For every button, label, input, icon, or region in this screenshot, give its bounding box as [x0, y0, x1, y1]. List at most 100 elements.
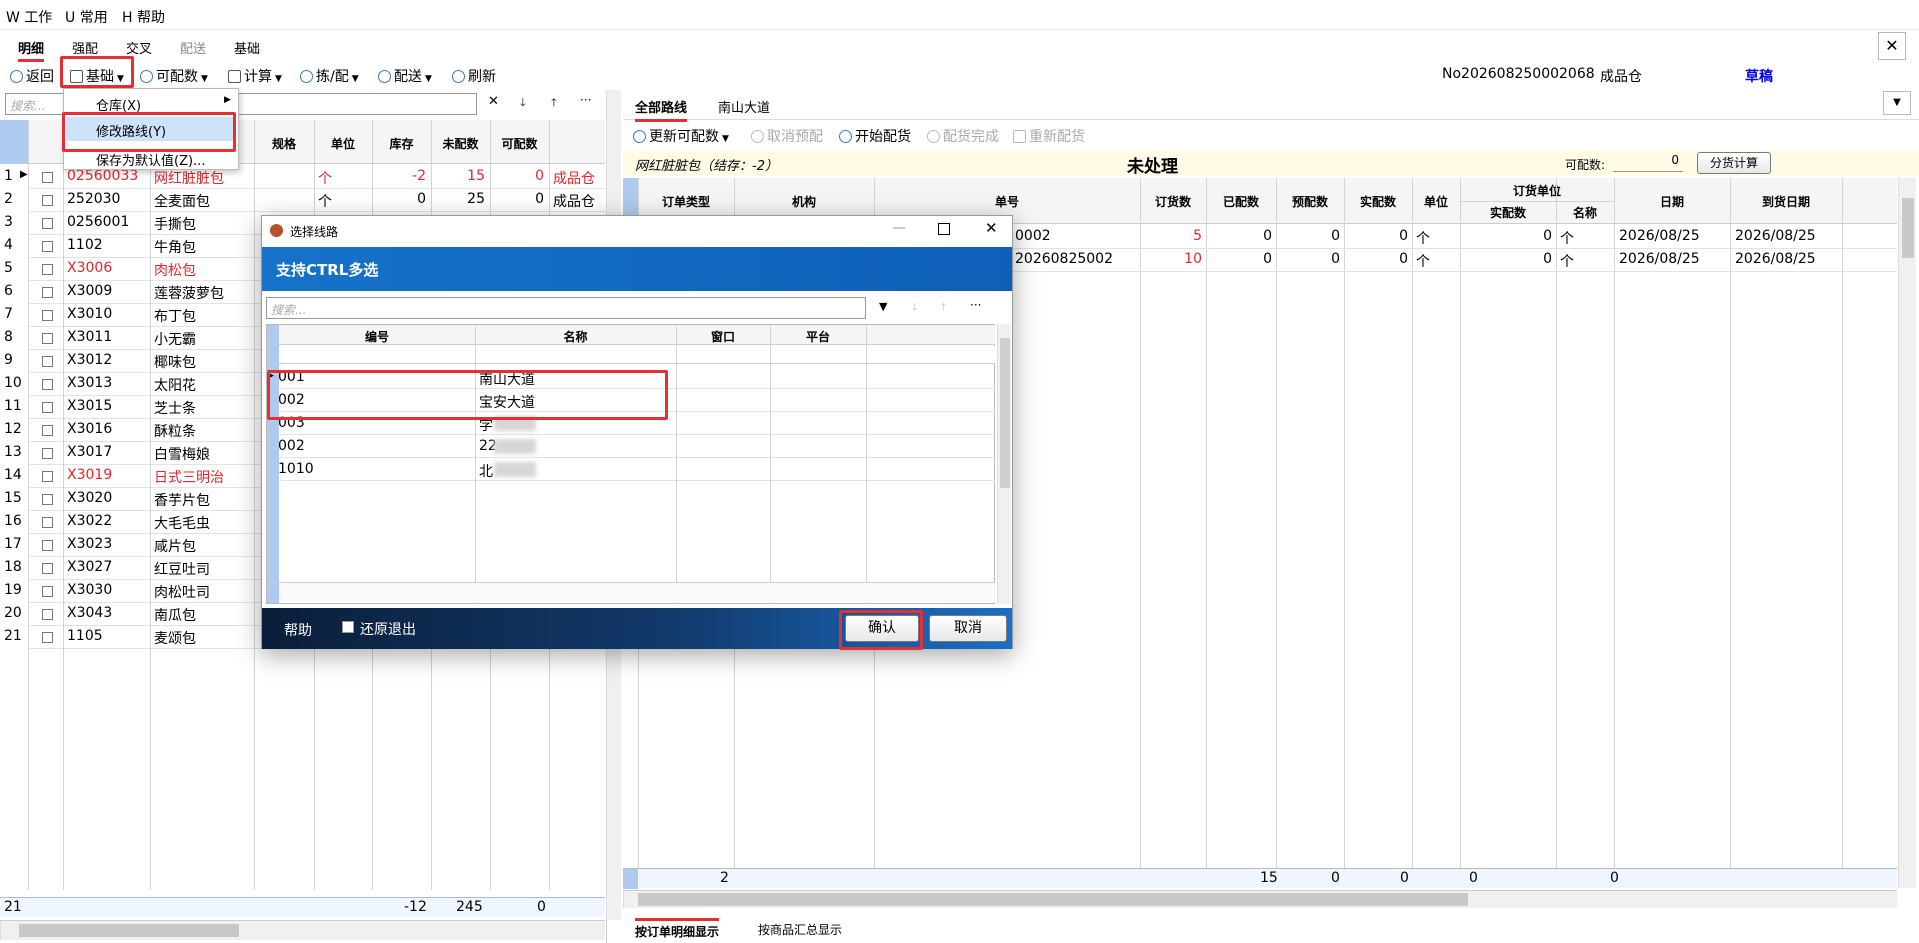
- minimize-icon[interactable]: —: [892, 220, 906, 236]
- dialog-column-header[interactable]: 编号: [279, 328, 475, 345]
- pick-button[interactable]: 拣/配 ▼: [300, 66, 359, 86]
- available-button[interactable]: 可配数 ▼: [140, 66, 208, 86]
- tab-basic[interactable]: 基础: [234, 38, 260, 57]
- row-checkbox[interactable]: [42, 609, 53, 620]
- dialog-search-input[interactable]: 搜索...: [266, 297, 866, 319]
- column-header[interactable]: 单位: [314, 135, 372, 152]
- column-header[interactable]: 规格: [254, 135, 314, 152]
- column-header-actual2[interactable]: 实配数: [1460, 204, 1556, 221]
- row-checkbox[interactable]: [42, 632, 53, 643]
- cell-n: 1: [4, 168, 13, 184]
- column-header-arrive[interactable]: 到货日期: [1730, 193, 1842, 210]
- horizontal-scrollbar[interactable]: [0, 920, 605, 940]
- clear-icon[interactable]: ✕: [488, 94, 499, 109]
- close-icon[interactable]: ✕: [1878, 32, 1906, 60]
- restore-exit-checkbox[interactable]: [342, 621, 354, 633]
- tab-force[interactable]: 强配: [72, 38, 98, 57]
- calc-button[interactable]: 计算 ▼: [228, 66, 282, 86]
- cell-date: 2026/08/25: [1619, 228, 1700, 244]
- column-header-actual[interactable]: 实配数: [1344, 193, 1412, 210]
- cancel-button[interactable]: 取消: [929, 615, 1007, 642]
- help-link[interactable]: 帮助: [284, 620, 312, 640]
- row-checkbox[interactable]: [42, 494, 53, 505]
- more-icon[interactable]: ···: [580, 93, 591, 107]
- tab-deliver[interactable]: 配送: [180, 38, 206, 57]
- highlight-modify-route: [62, 112, 236, 152]
- column-header-pre[interactable]: 预配数: [1276, 193, 1344, 210]
- order-vertical-scrollbar[interactable]: [1898, 178, 1916, 888]
- row-checkbox[interactable]: [42, 287, 53, 298]
- arrow-down-icon[interactable]: 🡓: [520, 94, 526, 113]
- row-checkbox[interactable]: [42, 586, 53, 597]
- route-tab-nanshan[interactable]: 南山大道: [718, 97, 770, 116]
- menu-item-save-default[interactable]: 保存为默认值(Z)...: [96, 150, 205, 169]
- start-alloc-button[interactable]: 开始配货: [839, 126, 911, 146]
- update-available-button[interactable]: 更新可配数 ▼: [633, 126, 729, 146]
- row-checkbox[interactable]: [42, 195, 53, 206]
- tab-cross[interactable]: 交叉: [126, 38, 152, 57]
- cell-order: 20260825002: [1015, 251, 1113, 267]
- column-header-org[interactable]: 机构: [734, 193, 874, 210]
- column-header-qty[interactable]: 订货数: [1140, 193, 1206, 210]
- row-checkbox[interactable]: [42, 356, 53, 367]
- more-icon[interactable]: ···: [970, 298, 981, 312]
- column-header[interactable]: 可配数: [490, 135, 549, 152]
- cell-name: 网红脏脏包: [154, 171, 224, 187]
- cancel-prealloc-button[interactable]: 取消预配: [751, 126, 823, 146]
- row-checkbox[interactable]: [42, 471, 53, 482]
- row-checkbox[interactable]: [42, 563, 53, 574]
- bottom-tab-product-summary[interactable]: 按商品汇总显示: [758, 921, 842, 938]
- dialog-vertical-scrollbar[interactable]: [997, 324, 1011, 604]
- row-checkbox[interactable]: [42, 264, 53, 275]
- close-icon[interactable]: ✕: [985, 219, 998, 237]
- tab-detail[interactable]: 明细: [18, 38, 45, 62]
- dialog-column-header[interactable]: 名称: [475, 328, 676, 345]
- deliver-button[interactable]: 配送 ▼: [378, 66, 432, 86]
- alloc-done-button[interactable]: 配货完成: [927, 126, 999, 146]
- cell-code: 02560033: [67, 168, 139, 184]
- column-header[interactable]: 未配数: [431, 135, 490, 152]
- chevron-down-icon[interactable]: ▼: [1883, 91, 1911, 115]
- realloc-button[interactable]: 重新配货: [1013, 126, 1085, 146]
- order-horizontal-scrollbar[interactable]: [623, 890, 1897, 908]
- column-header-type[interactable]: 订单类型: [638, 193, 734, 210]
- avail-input[interactable]: 0: [1613, 153, 1683, 172]
- column-header-allocated[interactable]: 已配数: [1206, 193, 1276, 210]
- column-header-order[interactable]: 单号: [874, 193, 1140, 210]
- back-button[interactable]: 返回: [10, 66, 54, 86]
- row-checkbox[interactable]: [42, 517, 53, 528]
- bottom-tab-order-detail[interactable]: 按订单明细显示: [635, 918, 720, 940]
- filter-icon[interactable]: ▼: [879, 300, 887, 313]
- row-checkbox[interactable]: [42, 379, 53, 390]
- menu-help[interactable]: H 帮助: [122, 7, 165, 27]
- column-header-date[interactable]: 日期: [1614, 193, 1730, 210]
- arrow-down-icon[interactable]: 🡓: [912, 300, 917, 317]
- dialog-column-header[interactable]: 窗口: [676, 328, 770, 345]
- row-checkbox[interactable]: [42, 172, 53, 183]
- row-checkbox[interactable]: [42, 425, 53, 436]
- row-checkbox[interactable]: [42, 402, 53, 413]
- menu-work[interactable]: W 工作: [6, 7, 52, 27]
- column-header-order_unit[interactable]: 订货单位: [1460, 182, 1614, 199]
- route-row[interactable]: [279, 458, 995, 481]
- dialog-column-header[interactable]: 平台: [770, 328, 866, 345]
- column-header[interactable]: 库存: [372, 135, 431, 152]
- route-tab-all[interactable]: 全部路线: [635, 97, 688, 122]
- blurred-text: [494, 462, 536, 477]
- arrow-up-icon[interactable]: 🡑: [941, 300, 946, 317]
- row-checkbox[interactable]: [42, 448, 53, 459]
- column-header-name[interactable]: 名称: [1556, 204, 1614, 221]
- column-header-unit[interactable]: 单位: [1412, 193, 1460, 210]
- row-checkbox[interactable]: [42, 333, 53, 344]
- row-checkbox[interactable]: [42, 241, 53, 252]
- split-calc-button[interactable]: 分货计算: [1697, 152, 1771, 174]
- arrow-up-icon[interactable]: 🡑: [551, 94, 557, 113]
- route-row[interactable]: [279, 435, 995, 458]
- menu-common[interactable]: U 常用: [65, 7, 108, 27]
- cell-code: X3020: [67, 490, 113, 506]
- row-checkbox[interactable]: [42, 218, 53, 229]
- maximize-icon[interactable]: [938, 223, 950, 235]
- refresh-button[interactable]: 刷新: [452, 66, 496, 86]
- row-checkbox[interactable]: [42, 540, 53, 551]
- row-checkbox[interactable]: [42, 310, 53, 321]
